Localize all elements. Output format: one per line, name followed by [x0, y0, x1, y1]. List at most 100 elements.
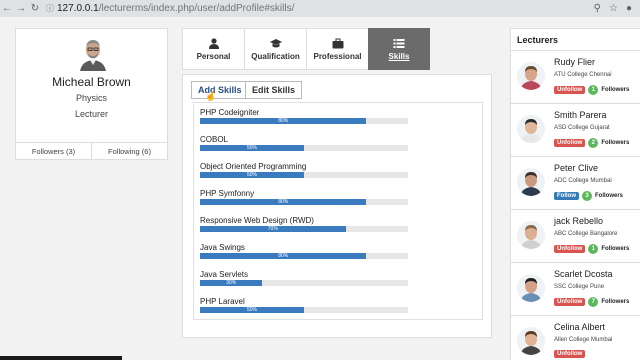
followers-link[interactable]: Followers (3): [16, 143, 92, 160]
skill-progress-bar: 80%: [200, 199, 408, 205]
followers-label: Followers: [601, 246, 630, 252]
add-skills-button[interactable]: Add Skills: [191, 81, 249, 99]
skills-list: PHP Codeigniter 80% COBOL 50% Object Oriente…: [193, 102, 483, 320]
skill-progress-fill: 70%: [200, 226, 346, 232]
skill-percent: 80%: [278, 199, 289, 205]
tab-professional[interactable]: Professional: [306, 28, 368, 70]
lecturer-avatar: [517, 327, 545, 355]
lecturer-actions: Unfollow 1 Followers: [554, 244, 629, 254]
skill-item: Java Servlets 30%: [200, 269, 408, 286]
tab-personal[interactable]: Personal: [182, 28, 244, 70]
skill-item: Object Oriented Programming 50%: [200, 161, 408, 178]
browser-toolbar: ← → ↻ ⓘ 127.0.0.1 /lecturerms/index.php/…: [0, 0, 640, 17]
followers-count-badge: 1: [588, 244, 599, 254]
lecturer-college: SSC College Pune: [554, 284, 605, 290]
skill-percent: 80%: [278, 118, 289, 124]
skill-progress-fill: 50%: [200, 307, 304, 313]
followers-count-badge: 3: [582, 191, 592, 201]
lecturer-college: ATU College Chennai: [554, 72, 612, 78]
bookmark-star-icon[interactable]: ☆: [609, 3, 618, 14]
lecturer-college: ASD College Gujarat: [554, 125, 610, 131]
lecturers-title: Lecturers: [511, 29, 640, 51]
skill-progress-fill: 50%: [200, 172, 304, 178]
edit-skills-button[interactable]: Edit Skills: [245, 81, 303, 99]
lecturer-item: jack Rebello ABC College Bangalore Unfollo…: [511, 210, 640, 263]
skill-progress-fill: 80%: [200, 199, 367, 205]
skill-percent: 50%: [246, 172, 257, 178]
skill-progress-bar: 80%: [200, 118, 408, 124]
followers-label: Followers: [595, 193, 624, 199]
tab-label: Professional: [313, 51, 362, 61]
info-icon[interactable]: ⓘ: [46, 3, 54, 14]
unfollow-button[interactable]: Unfollow: [554, 245, 586, 253]
followers-count-badge: 1: [588, 85, 599, 95]
lecturer-name[interactable]: Peter Clive: [554, 163, 598, 173]
lecturer-item: Smith Parera ASD College Gujarat Unfollow 2…: [511, 104, 640, 157]
list-icon: [393, 38, 405, 48]
lecturer-name[interactable]: Smith Parera: [554, 110, 607, 120]
profile-avatar: [78, 37, 108, 71]
lecturer-name[interactable]: Rudy Flier: [554, 57, 595, 67]
unfollow-button[interactable]: Unfollow: [554, 86, 586, 94]
skill-progress-bar: 50%: [200, 307, 408, 313]
tab-label: Skills: [388, 51, 410, 61]
skill-progress-bar: 50%: [200, 172, 408, 178]
skill-percent: 70%: [267, 226, 278, 232]
lecturer-actions: Unfollow 1 Followers: [554, 85, 629, 95]
skill-progress-fill: 80%: [200, 253, 367, 259]
skill-progress-bar: 70%: [200, 226, 408, 232]
follow-stats: Followers (3) Following (6): [16, 142, 167, 160]
address-bar[interactable]: ⓘ 127.0.0.1 /lecturerms/index.php/user/a…: [46, 2, 594, 15]
briefcase-icon: [332, 38, 343, 48]
back-icon[interactable]: ←: [0, 3, 14, 14]
tab-label: Qualification: [251, 51, 300, 61]
unfollow-button[interactable]: Unfollow: [554, 139, 586, 147]
profile-card: Micheal Brown Physics Lecturer Followers…: [15, 28, 168, 160]
user-icon: [208, 37, 219, 49]
lecturer-actions: Follow 3 Followers: [554, 191, 623, 201]
lecturer-avatar: [517, 115, 545, 143]
profile-subject: Physics: [75, 93, 107, 103]
lecturer-college: ADC College Mumbai: [554, 178, 612, 184]
skill-percent: 50%: [246, 145, 257, 151]
forward-icon[interactable]: →: [14, 3, 28, 14]
lecturer-name[interactable]: Celina Albert: [554, 322, 605, 332]
followers-label: Followers: [601, 299, 630, 305]
profile-tabs: Personal Qualification Professional Skil…: [182, 28, 430, 70]
address-host: 127.0.0.1: [57, 3, 99, 14]
lecturer-name[interactable]: jack Rebello: [554, 216, 603, 226]
lecturer-avatar: [517, 221, 545, 249]
lecturer-name[interactable]: Scarlet Dcosta: [554, 269, 613, 279]
lecturers-list: Rudy Flier ATU College Chennai Unfollow 1 Fo…: [511, 51, 640, 360]
skill-item: Java Swings 80%: [200, 242, 408, 259]
skill-percent: 30%: [226, 280, 237, 286]
profile-name: Micheal Brown: [52, 75, 131, 89]
tab-qualification[interactable]: Qualification: [244, 28, 306, 70]
address-path: /lecturerms/index.php/user/addProfile#sk…: [98, 3, 295, 14]
profile-icon[interactable]: ●: [626, 3, 632, 14]
lecturer-actions: Unfollow 2 Followers: [554, 138, 629, 148]
lecturer-college: ABC College Bangalore: [554, 231, 618, 237]
profile-role: Lecturer: [74, 109, 109, 119]
following-link[interactable]: Following (6): [92, 143, 167, 160]
skill-progress-fill: 30%: [200, 280, 263, 286]
lecturer-actions: Unfollow 7 Followers: [554, 297, 629, 307]
lecturer-avatar: [517, 168, 545, 196]
tab-skills[interactable]: Skills: [368, 28, 430, 70]
follow-button[interactable]: Follow: [554, 192, 579, 200]
skill-progress-bar: 30%: [200, 280, 408, 286]
lecturer-item: Peter Clive ADC College Mumbai Follow 3 Foll…: [511, 157, 640, 210]
skill-percent: 80%: [278, 253, 289, 259]
skill-progress-bar: 50%: [200, 145, 408, 151]
unfollow-button[interactable]: Unfollow: [554, 350, 586, 358]
hand-cursor-icon: ☝: [205, 91, 217, 101]
lecturer-item: Rudy Flier ATU College Chennai Unfollow 1 Fo…: [511, 51, 640, 104]
reload-icon[interactable]: ↻: [28, 3, 42, 14]
skill-progress-fill: 80%: [200, 118, 367, 124]
lecturer-college: Allen College Mumbai: [554, 337, 613, 343]
skill-item: PHP Codeigniter 80%: [200, 107, 408, 124]
video-progress-strip: [0, 356, 122, 360]
unfollow-button[interactable]: Unfollow: [554, 298, 586, 306]
skill-item: PHP Symfonny 80%: [200, 188, 408, 205]
zoom-icon[interactable]: ⚲: [594, 3, 601, 14]
